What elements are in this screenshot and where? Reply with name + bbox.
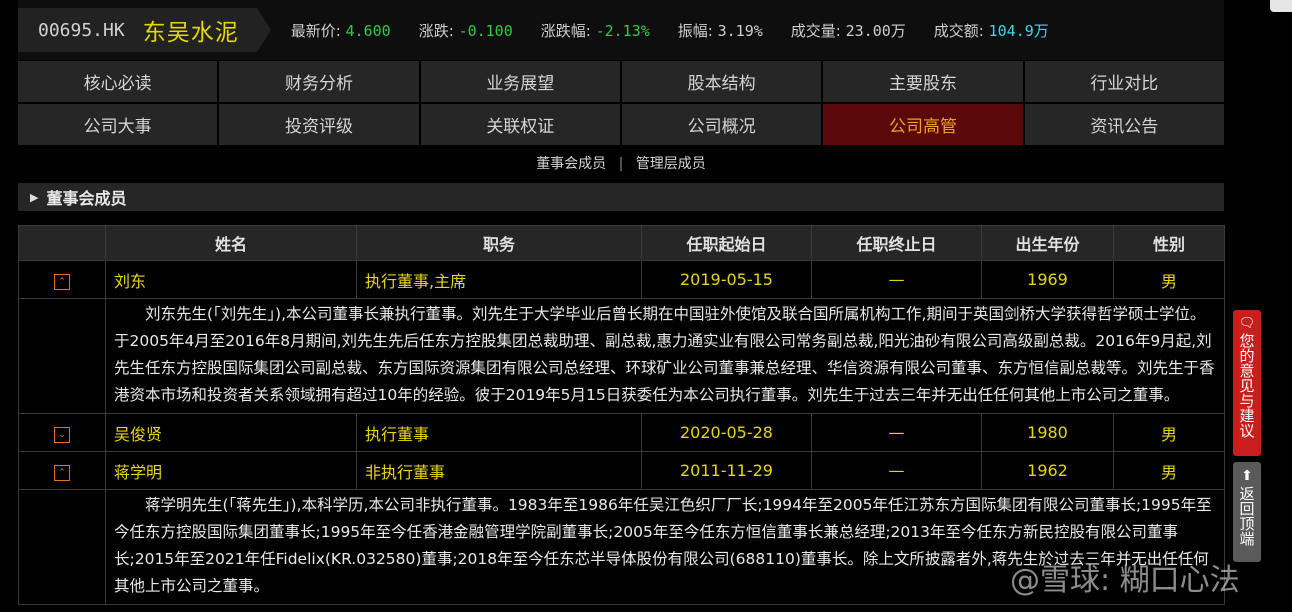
cell-gender: 男 bbox=[1113, 451, 1225, 490]
tab-tabs-row1-3[interactable]: 股本结构 bbox=[621, 61, 822, 102]
tab-tabs-row2-2[interactable]: 关联权证 bbox=[420, 104, 620, 145]
back-to-top-button[interactable]: ⬆ 返回顶端 bbox=[1233, 462, 1261, 562]
header-toggle-col bbox=[18, 225, 106, 261]
column-header: 姓名 bbox=[105, 225, 357, 261]
quote-item: 成交量: 23.00万 bbox=[791, 20, 906, 41]
tab-tabs-row2-3[interactable]: 公司概况 bbox=[621, 104, 822, 145]
tab-row-2: 公司大事 投资评级 关联权证 公司概况 公司高管 资讯公告 bbox=[18, 104, 1224, 145]
table-header-row: 姓名 职务 任职起始日 任职终止日 出生年份 性别 bbox=[18, 225, 1225, 261]
cell-name: 吴俊贤 bbox=[105, 413, 357, 452]
quote-value: 23.00万 bbox=[845, 21, 906, 40]
quote-item: 涨跌幅: -2.13% bbox=[541, 20, 650, 41]
tab-tabs-row1-0[interactable]: 核心必读 bbox=[18, 61, 218, 102]
feedback-button[interactable]: 🗨 您的意见与建议 bbox=[1233, 310, 1261, 456]
table-row: ⌃ 刘东 执行董事,主席 2019-05-15—1969 男 bbox=[18, 260, 1225, 299]
cell-end: — bbox=[811, 451, 982, 490]
stock-identity: 00695.HK 东吴水泥 bbox=[18, 8, 271, 52]
tab-tabs-row1-2[interactable]: 业务展望 bbox=[420, 61, 620, 102]
feedback-label: 您的意见与建议 bbox=[1237, 333, 1256, 438]
quote-label: 成交量: bbox=[790, 21, 841, 40]
bio-text: 蒋学明先生(「蒋先生」),本科学历,本公司非执行董事。1983年至1986年任吴… bbox=[105, 489, 1225, 605]
arrow-up-icon: ⬆ bbox=[1241, 468, 1253, 484]
cell-gender: 男 bbox=[1113, 413, 1225, 452]
window-corner-button[interactable] bbox=[1270, 0, 1292, 12]
tab-tabs-row1-1[interactable]: 财务分析 bbox=[219, 61, 419, 102]
expand-icon[interactable]: ⌄ bbox=[54, 427, 70, 443]
page-container: 00695.HK 东吴水泥 最新价: 4.600 涨跌: -0.100 涨跌幅: -… bbox=[18, 0, 1225, 605]
toggle-cell: ⌃ bbox=[18, 451, 106, 490]
cell-start: 2020-05-28 bbox=[641, 413, 812, 452]
section-header[interactable]: ▶ 董事会成员 bbox=[18, 183, 1224, 211]
subnav-management-members[interactable]: 管理层成员 bbox=[636, 156, 706, 172]
tab-tabs-row2-1[interactable]: 投资评级 bbox=[219, 104, 419, 145]
cell-end: — bbox=[811, 260, 982, 299]
subnav-separator: | bbox=[618, 156, 624, 172]
quote-value: 4.600 bbox=[345, 21, 391, 40]
quote-label: 涨跌幅: bbox=[540, 21, 591, 40]
back-to-top-label: 返回顶端 bbox=[1237, 486, 1256, 546]
bio-row: 蒋学明先生(「蒋先生」),本科学历,本公司非执行董事。1983年至1986年任吴… bbox=[18, 489, 1225, 605]
tab-tabs-row2-4[interactable]: 公司高管 bbox=[823, 104, 1023, 145]
cell-name: 蒋学明 bbox=[105, 451, 357, 490]
column-header: 性别 bbox=[1113, 225, 1225, 261]
tab-row-1: 核心必读 财务分析 业务展望 股本结构 主要股东 行业对比 bbox=[18, 61, 1224, 102]
section-title: 董事会成员 bbox=[46, 189, 127, 208]
column-header: 任职起始日 bbox=[641, 225, 812, 261]
bio-text: 刘东先生(「刘先生」),本公司董事长兼执行董事。刘先生于大学毕业后曾长期在中国驻… bbox=[105, 298, 1225, 414]
tab-tabs-row1-5[interactable]: 行业对比 bbox=[1024, 61, 1224, 102]
bio-spacer bbox=[18, 298, 106, 414]
quote-value: 3.19% bbox=[717, 21, 763, 40]
cell-role: 执行董事,主席 bbox=[356, 260, 642, 299]
subnav-board-members[interactable]: 董事会成员 bbox=[536, 156, 606, 172]
quote-item: 振幅: 3.19% bbox=[678, 20, 763, 41]
quote-bar: 最新价: 4.600 涨跌: -0.100 涨跌幅: -2.13% 振幅: 3.19%… bbox=[291, 20, 1077, 41]
quote-value: -2.13% bbox=[595, 21, 650, 40]
quote-item: 涨跌: -0.100 bbox=[419, 20, 513, 41]
column-header: 出生年份 bbox=[981, 225, 1114, 261]
speech-bubble-icon: 🗨 bbox=[1238, 316, 1256, 331]
cell-start: 2019-05-15 bbox=[641, 260, 812, 299]
cell-born: 1980 bbox=[981, 413, 1114, 452]
tab-tabs-row1-4[interactable]: 主要股东 bbox=[823, 61, 1023, 102]
tab-tabs-row2-5[interactable]: 资讯公告 bbox=[1024, 104, 1224, 145]
toggle-cell: ⌃ bbox=[18, 260, 106, 299]
collapse-icon[interactable]: ⌃ bbox=[54, 274, 70, 290]
stock-header: 00695.HK 东吴水泥 最新价: 4.600 涨跌: -0.100 涨跌幅: -… bbox=[18, 0, 1224, 60]
cell-born: 1969 bbox=[981, 260, 1114, 299]
column-header: 职务 bbox=[356, 225, 642, 261]
cell-role: 执行董事 bbox=[356, 413, 642, 452]
quote-label: 振幅: bbox=[677, 21, 713, 40]
cell-name: 刘东 bbox=[105, 260, 357, 299]
toggle-cell: ⌄ bbox=[18, 413, 106, 452]
quote-item: 最新价: 4.600 bbox=[291, 20, 391, 41]
triangle-right-icon: ▶ bbox=[30, 190, 39, 204]
cell-gender: 男 bbox=[1113, 260, 1225, 299]
quote-value: -0.100 bbox=[458, 21, 513, 40]
cell-born: 1962 bbox=[981, 451, 1114, 490]
cell-start: 2011-11-29 bbox=[641, 451, 812, 490]
sub-navigation: 董事会成员 | 管理层成员 bbox=[18, 145, 1224, 183]
quote-label: 涨跌: bbox=[418, 21, 454, 40]
tab-tabs-row2-0[interactable]: 公司大事 bbox=[18, 104, 218, 145]
quote-label: 最新价: bbox=[290, 21, 341, 40]
collapse-icon[interactable]: ⌃ bbox=[54, 465, 70, 481]
bio-spacer bbox=[18, 489, 106, 605]
quote-label: 成交额: bbox=[933, 21, 984, 40]
board-members-table: 姓名 职务 任职起始日 任职终止日 出生年份 性别 ⌃ 刘东 执行董事,主席 2019-05-1… bbox=[18, 225, 1225, 605]
quote-item: 成交额: 104.9万 bbox=[934, 20, 1049, 41]
cell-role: 非执行董事 bbox=[356, 451, 642, 490]
table-row: ⌃ 蒋学明 非执行董事 2011-11-29—1962 男 bbox=[18, 451, 1225, 490]
column-header: 任职终止日 bbox=[811, 225, 982, 261]
stock-name: 东吴水泥 bbox=[142, 20, 239, 46]
table-row: ⌄ 吴俊贤 执行董事 2020-05-28—1980 男 bbox=[18, 413, 1225, 452]
stock-code: 00695.HK bbox=[38, 19, 125, 41]
bio-row: 刘东先生(「刘先生」),本公司董事长兼执行董事。刘先生于大学毕业后曾长期在中国驻… bbox=[18, 298, 1225, 414]
quote-value: 104.9万 bbox=[988, 21, 1049, 40]
cell-end: — bbox=[811, 413, 982, 452]
